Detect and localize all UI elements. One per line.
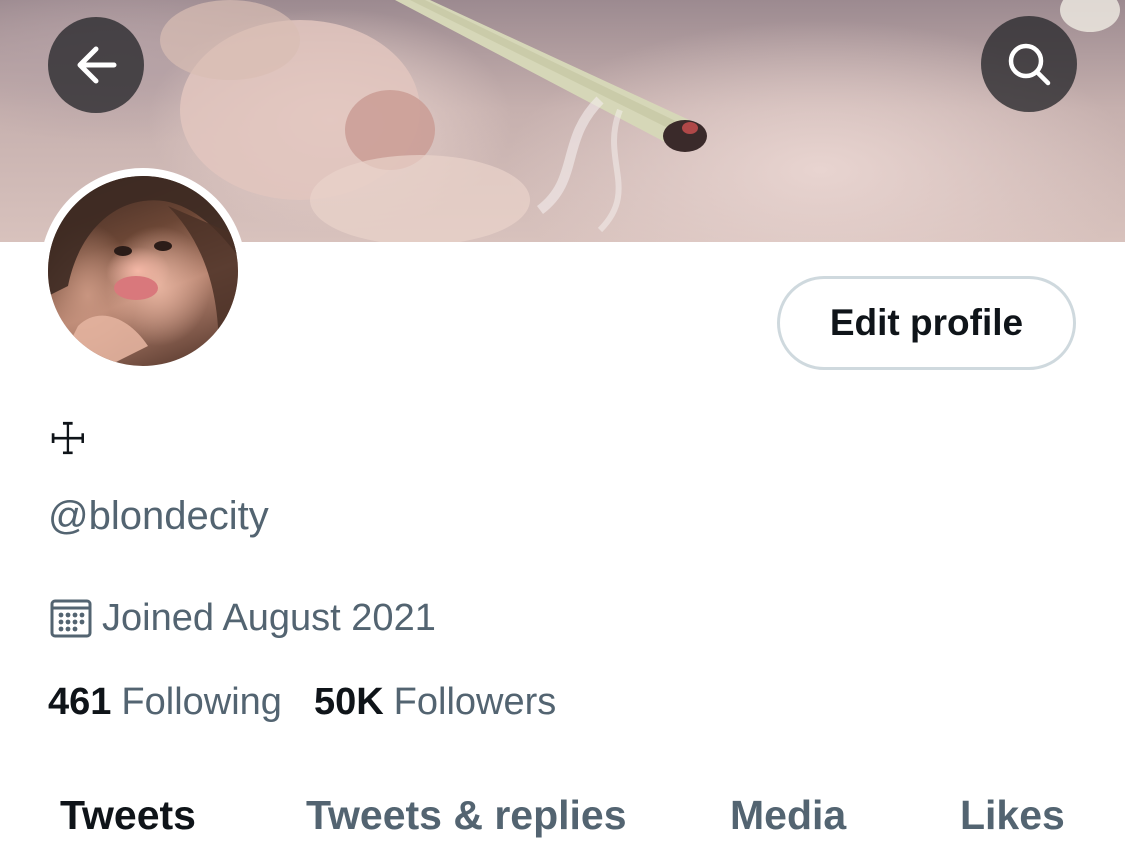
- display-name: ☩: [48, 414, 88, 465]
- search-button[interactable]: [981, 16, 1077, 112]
- back-button[interactable]: [48, 17, 144, 113]
- tab-tweets[interactable]: Tweets: [60, 790, 196, 840]
- joined-date-row: Joined August 2021: [50, 594, 436, 642]
- search-icon: [1008, 43, 1051, 86]
- user-handle: @blondecity: [48, 494, 269, 538]
- following-label: Following: [121, 681, 282, 723]
- followers-link[interactable]: 50K Followers: [314, 678, 556, 726]
- following-count: 461: [48, 681, 112, 723]
- arrow-left-icon: [77, 46, 117, 84]
- profile-tabs: Tweets Tweets & replies Media Likes: [0, 780, 1125, 857]
- calendar-icon: [50, 599, 92, 638]
- tab-media[interactable]: Media: [730, 790, 846, 840]
- avatar[interactable]: [40, 168, 246, 374]
- followers-label: Followers: [393, 681, 557, 723]
- joined-date: Joined August 2021: [102, 597, 436, 639]
- profile-stats: 461 Following 50K Followers: [48, 678, 588, 726]
- tab-tweets-and-replies[interactable]: Tweets & replies: [306, 790, 627, 840]
- edit-profile-button[interactable]: Edit profile: [777, 276, 1076, 370]
- avatar-photo: [48, 176, 238, 366]
- following-link[interactable]: 461 Following: [48, 678, 282, 726]
- followers-count: 50K: [313, 681, 384, 723]
- tab-likes[interactable]: Likes: [960, 790, 1065, 840]
